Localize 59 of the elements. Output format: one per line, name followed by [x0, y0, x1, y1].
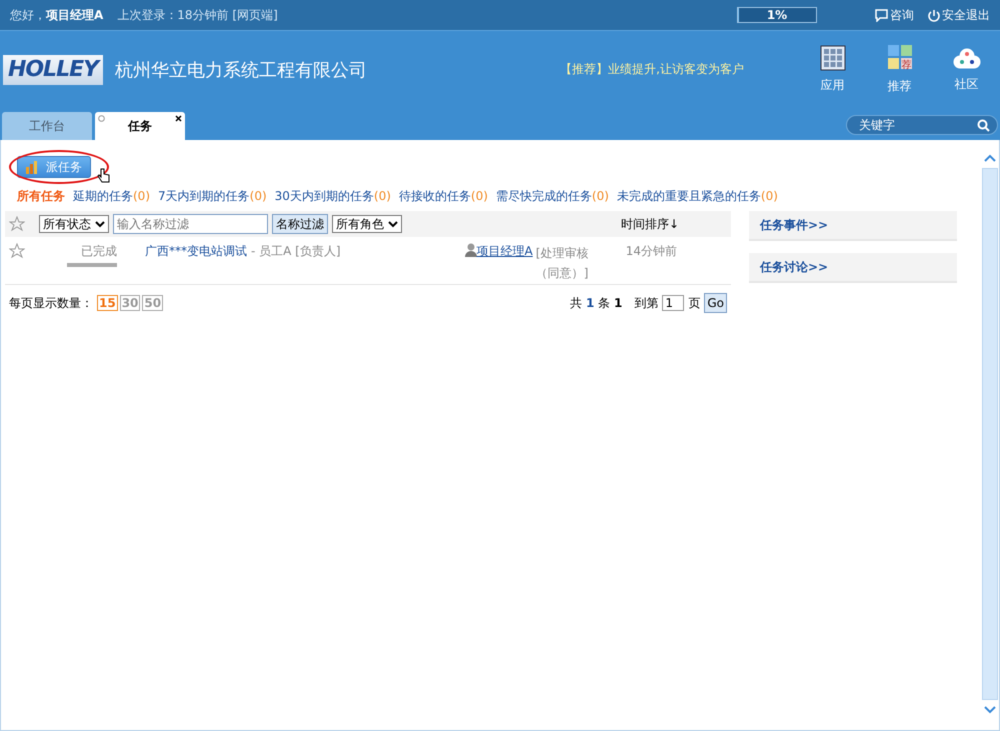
last-login-text: 上次登录：18分钟前 [网页端] — [117, 6, 278, 24]
filter-link[interactable]: 30天内到期的任务(0) — [274, 188, 391, 205]
top-link[interactable]: 咨询 — [875, 6, 914, 24]
company-name: 杭州华立电力系统工程有限公司 — [115, 58, 367, 82]
action-text: [处理审核（同意）] — [536, 245, 590, 282]
badge-text: 荐 — [902, 58, 912, 72]
star-icon[interactable] — [9, 243, 25, 259]
greeting-text: 您好，项目经理A — [10, 6, 104, 24]
scroll-up-icon[interactable] — [984, 154, 996, 162]
filter-link[interactable]: 延期的任务(0) — [73, 188, 150, 205]
pin-icon[interactable] — [98, 115, 105, 122]
caret-icon — [95, 220, 105, 228]
chart-icon — [26, 160, 40, 174]
goto-label: 到第 — [634, 294, 658, 312]
cloud-icon — [952, 46, 980, 70]
app-launcher[interactable]: 荐 推荐 — [866, 44, 933, 95]
caret-icon — [388, 220, 398, 228]
chat-icon — [875, 8, 888, 22]
role-select[interactable]: 所有角色 — [332, 215, 402, 233]
page-size-label: 每页显示数量： — [9, 294, 93, 312]
name-filter-field[interactable]: 输入名称过滤 — [113, 214, 268, 234]
search-field[interactable]: 关键字 — [846, 115, 998, 135]
power-icon — [928, 8, 940, 22]
filter-link[interactable]: 7天内到期的任务(0) — [158, 188, 267, 205]
app-launcher[interactable]: 应用 — [799, 45, 866, 94]
search-icon — [977, 118, 990, 132]
search-input[interactable]: 关键字 — [857, 117, 977, 133]
task-title-link[interactable]: 广西***变电站调试 — [145, 243, 247, 260]
owner-link[interactable]: 项目经理A — [476, 243, 533, 260]
filter-link[interactable]: 未完成的重要且紧急的任务(0) — [616, 188, 778, 205]
star-icon[interactable] — [9, 216, 25, 232]
company-logo: HOLLEY — [3, 54, 103, 85]
total-text: 共 1 条 1 — [570, 294, 622, 312]
assignee-text: - 员工A [负责人] — [251, 243, 341, 260]
top-link[interactable]: 安全退出 — [928, 6, 990, 24]
time-text: 14分钟前 — [626, 243, 677, 260]
page-field[interactable]: 1 — [662, 295, 684, 311]
app-launcher[interactable]: 社区 — [933, 46, 1000, 94]
filter-link[interactable]: 待接收的任务(0) — [398, 188, 488, 205]
close-icon[interactable] — [175, 115, 182, 122]
side-panel-link[interactable]: 任务讨论>> — [749, 253, 957, 283]
status-text: 已完成 — [81, 243, 117, 260]
tiles-icon — [888, 44, 912, 69]
tab[interactable]: 工作台 — [2, 112, 92, 140]
person-icon — [464, 243, 476, 257]
grid-icon — [820, 45, 846, 72]
hand-cursor-icon — [97, 168, 110, 183]
scroll-down-icon[interactable] — [984, 706, 996, 714]
storage-reading: 1% — [766, 8, 788, 22]
tab[interactable]: 任务 — [95, 112, 185, 140]
side-panel-link[interactable]: 任务事件>> — [749, 211, 957, 241]
page-unit-label: 页 — [688, 294, 700, 312]
filter-link[interactable]: 需尽快完成的任务(0) — [496, 188, 609, 205]
scrollbar-thumb[interactable] — [982, 168, 998, 700]
name-filter-button[interactable]: 名称过滤 — [272, 214, 328, 234]
time-sort-link[interactable]: 时间排序↓ — [620, 216, 679, 232]
go-button[interactable]: Go — [704, 293, 727, 313]
progress-track — [67, 263, 117, 267]
status-select[interactable]: 所有状态 — [39, 215, 109, 233]
